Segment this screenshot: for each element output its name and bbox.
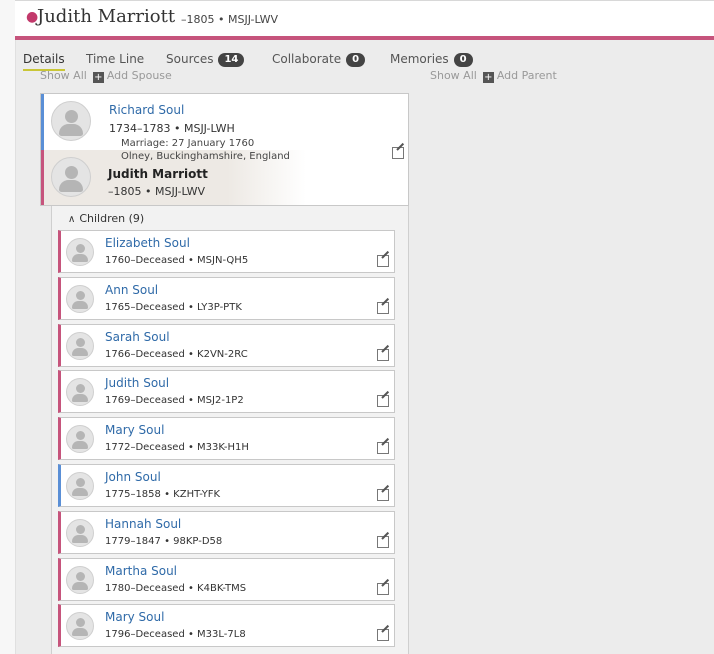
- child-name-link[interactable]: Judith Soul: [105, 376, 169, 390]
- tab-details[interactable]: Details: [23, 52, 65, 71]
- show-all-spouses-link[interactable]: Show All: [40, 69, 87, 82]
- avatar-placeholder-icon: [66, 519, 94, 547]
- husband-dates: 1734–1783 • MSJJ-LWH: [109, 122, 235, 135]
- child-name-link[interactable]: Ann Soul: [105, 283, 158, 297]
- children-toggle[interactable]: ∧ Children (9): [68, 212, 144, 225]
- edit-child-icon[interactable]: [377, 629, 389, 641]
- edit-child-icon[interactable]: [377, 489, 389, 501]
- parents-controls: Show All + Add Parent: [430, 69, 557, 83]
- tab-sources[interactable]: Sources 14: [166, 52, 245, 67]
- left-edge: [0, 0, 16, 654]
- child-card: John Soul 1775–1858 • KZHT-YFK: [58, 464, 395, 507]
- child-dates: 1779–1847 • 98KP-D58: [105, 536, 223, 547]
- child-name-link[interactable]: Mary Soul: [105, 610, 164, 624]
- avatar-placeholder-icon: [66, 566, 94, 594]
- avatar-placeholder-icon: [66, 285, 94, 313]
- edit-couple-icon[interactable]: [392, 147, 404, 159]
- edit-child-icon[interactable]: [377, 536, 389, 548]
- child-dates: 1772–Deceased • M33K-H1H: [105, 442, 249, 453]
- show-all-parents-link[interactable]: Show All: [430, 69, 477, 82]
- sources-count-badge: 14: [218, 53, 245, 67]
- child-dates: 1765–Deceased • LY3P-PTK: [105, 302, 242, 313]
- edit-child-icon[interactable]: [377, 302, 389, 314]
- tab-memories[interactable]: Memories 0: [390, 52, 473, 67]
- child-card: Elizabeth Soul 1760–Deceased • MSJN-QH5: [58, 230, 395, 273]
- edit-child-icon[interactable]: [377, 583, 389, 595]
- collaborate-count-badge: 0: [346, 53, 366, 67]
- child-name-link[interactable]: Hannah Soul: [105, 517, 181, 531]
- edit-child-icon[interactable]: [377, 349, 389, 361]
- child-name-link[interactable]: Elizabeth Soul: [105, 236, 190, 250]
- wife-name: Judith Marriott: [108, 167, 208, 181]
- plus-icon[interactable]: +: [482, 72, 494, 83]
- tab-bar: Details Time Line Sources 14 Collaborate 0…: [15, 40, 714, 71]
- child-dates: 1796–Deceased • M33L-7L8: [105, 629, 246, 640]
- memories-count-badge: 0: [453, 53, 473, 67]
- child-dates: 1760–Deceased • MSJN-QH5: [105, 255, 249, 266]
- tab-collaborate[interactable]: Collaborate 0: [272, 52, 366, 67]
- couple-card: Richard Soul 1734–1783 • MSJJ-LWH Marria…: [40, 93, 409, 206]
- child-card: Mary Soul 1772–Deceased • M33K-H1H: [58, 417, 395, 460]
- person-name: Judith Marriott: [37, 6, 176, 27]
- avatar-placeholder-icon: [66, 378, 94, 406]
- child-dates: 1775–1858 • KZHT-YFK: [105, 489, 221, 500]
- avatar-placeholder-icon: [51, 101, 91, 141]
- child-card: Hannah Soul 1779–1847 • 98KP-D58: [58, 511, 395, 554]
- children-section: ∧ Children (9) Elizabeth Soul 1760–Deceas…: [51, 206, 409, 654]
- child-card: Sarah Soul 1766–Deceased • K2VN-2RC: [58, 324, 395, 367]
- person-header: ● Judith Marriott –1805 • MSJJ-LWV: [15, 0, 714, 37]
- chevron-up-icon: ∧: [68, 214, 76, 225]
- marriage-place: Olney, Buckinghamshire, England: [121, 151, 290, 162]
- edit-child-icon[interactable]: [377, 442, 389, 454]
- tab-time-line[interactable]: Time Line: [86, 52, 144, 66]
- child-card: Judith Soul 1769–Deceased • MSJ2-1P2: [58, 370, 395, 413]
- add-spouse-link[interactable]: Add Spouse: [107, 69, 172, 82]
- avatar-placeholder-icon: [66, 425, 94, 453]
- husband-name-link[interactable]: Richard Soul: [109, 103, 184, 117]
- child-dates: 1766–Deceased • K2VN-2RC: [105, 349, 248, 360]
- avatar-placeholder-icon: [66, 238, 94, 266]
- wife-dates: –1805 • MSJJ-LWV: [108, 185, 206, 198]
- edit-child-icon[interactable]: [377, 255, 389, 267]
- child-card: Ann Soul 1765–Deceased • LY3P-PTK: [58, 277, 395, 320]
- child-card: Martha Soul 1780–Deceased • K4BK-TMS: [58, 558, 395, 601]
- add-parent-link[interactable]: Add Parent: [497, 69, 557, 82]
- child-name-link[interactable]: John Soul: [105, 470, 161, 484]
- person-lifespan-id: –1805 • MSJJ-LWV: [181, 13, 279, 26]
- edit-child-icon[interactable]: [377, 395, 389, 407]
- child-name-link[interactable]: Sarah Soul: [105, 330, 170, 344]
- child-dates: 1769–Deceased • MSJ2-1P2: [105, 395, 244, 406]
- avatar-placeholder-icon: [66, 612, 94, 640]
- avatar-placeholder-icon: [51, 157, 91, 197]
- plus-icon[interactable]: +: [92, 72, 104, 83]
- child-dates: 1780–Deceased • K4BK-TMS: [105, 583, 247, 594]
- spouses-controls: Show All + Add Spouse: [40, 69, 172, 83]
- marriage-date: Marriage: 27 January 1760: [121, 138, 255, 149]
- avatar-placeholder-icon: [66, 332, 94, 360]
- child-name-link[interactable]: Mary Soul: [105, 423, 164, 437]
- child-card: Mary Soul 1796–Deceased • M33L-7L8: [58, 604, 395, 647]
- avatar-placeholder-icon: [66, 472, 94, 500]
- child-name-link[interactable]: Martha Soul: [105, 564, 177, 578]
